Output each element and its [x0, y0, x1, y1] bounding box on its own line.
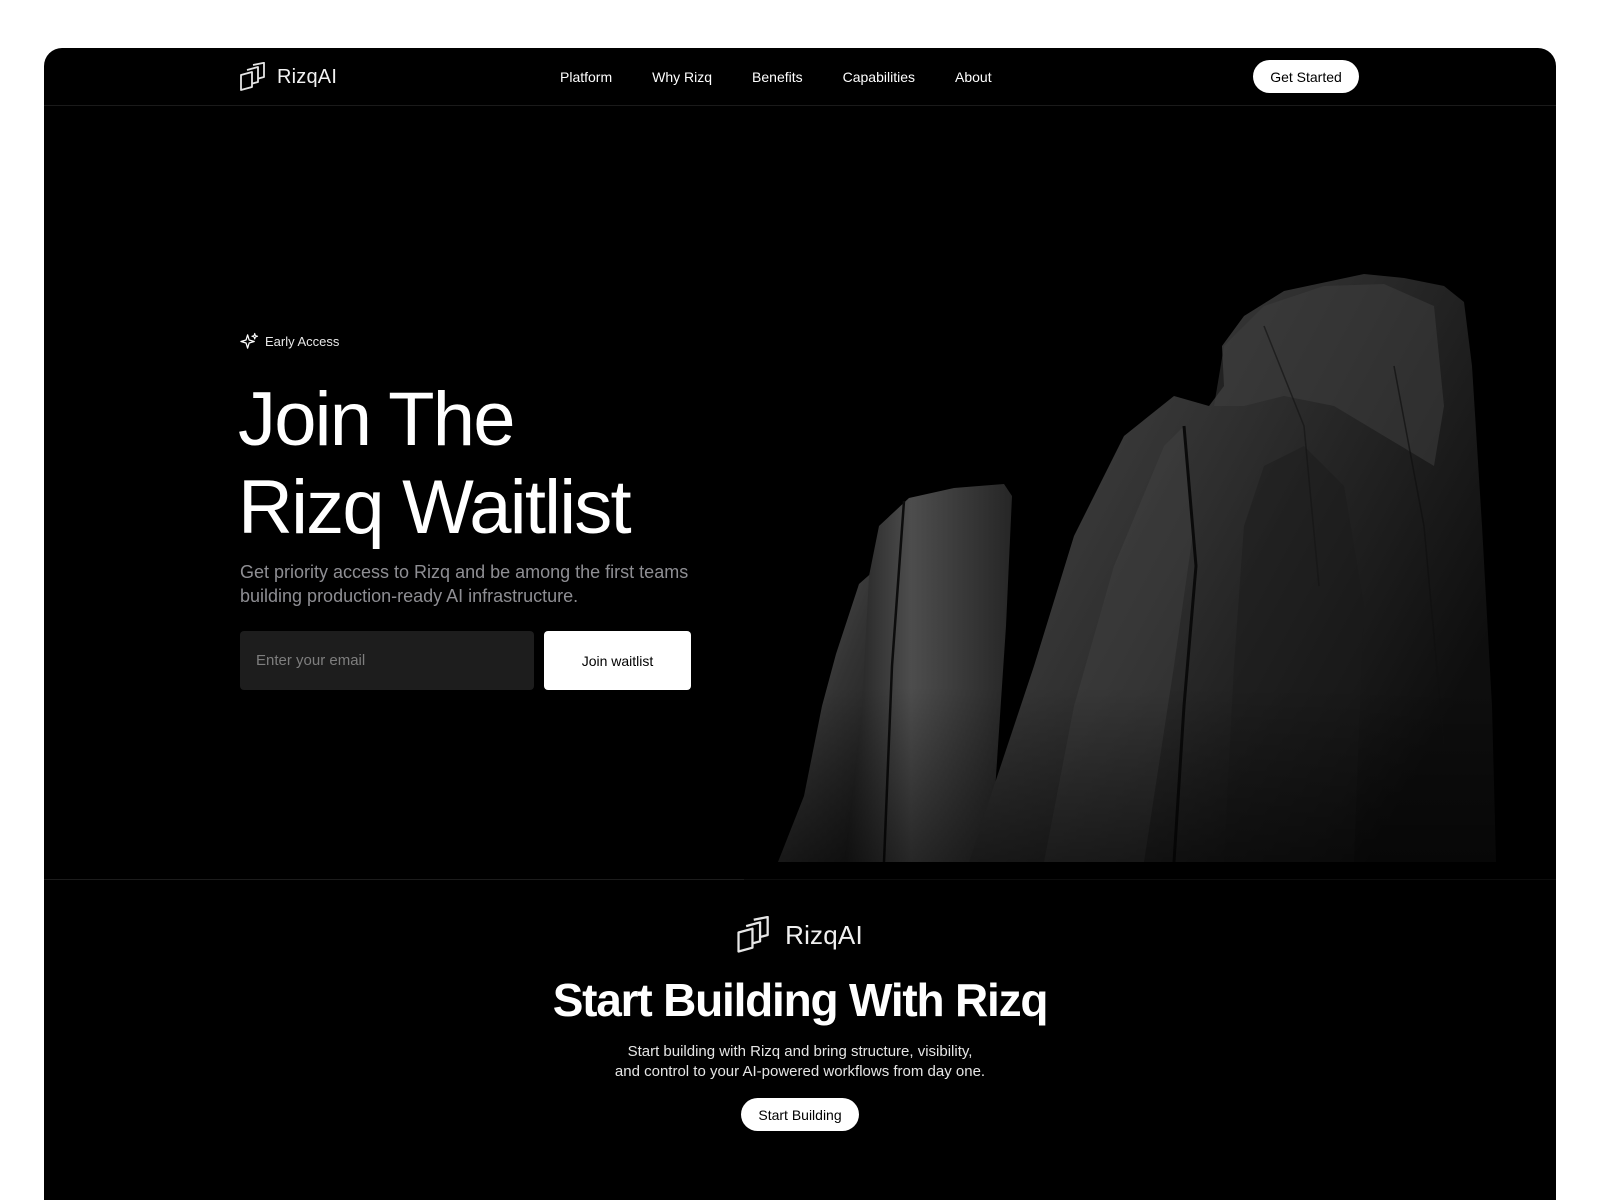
start-building-button[interactable]: Start Building: [741, 1098, 859, 1131]
nav-link-benefits[interactable]: Benefits: [752, 69, 803, 85]
stacked-squares-logo-icon: [737, 916, 769, 953]
badge-label: Early Access: [265, 334, 340, 349]
cta-brand: RizqAI: [44, 916, 1556, 954]
hero-section: Early Access Join The Rizq Waitlist Get …: [44, 106, 1556, 880]
email-input[interactable]: [240, 631, 534, 690]
brand-name: RizqAI: [277, 65, 338, 88]
hero-title-line-2: Rizq Waitlist: [238, 465, 632, 550]
hero-title-line-1: Join The: [238, 377, 516, 462]
site-frame: RizqAI Platform Why Rizq Benefits Capabi…: [44, 48, 1556, 1200]
sparkle-icon: [240, 332, 259, 349]
cta-description-line-2: and control to your AI-powered workflows…: [614, 1063, 986, 1080]
dark-rock-formation-image: [744, 106, 1556, 880]
hero-subtitle: Get priority access to Rizq and be among…: [240, 562, 689, 606]
hero-title: Join The Rizq Waitlist: [238, 376, 758, 552]
nav-links: Platform Why Rizq Benefits Capabilities …: [560, 48, 992, 106]
cta-brand-name: RizqAI: [785, 919, 863, 950]
nav-link-capabilities[interactable]: Capabilities: [843, 69, 915, 85]
stacked-squares-logo-icon: [240, 62, 265, 91]
early-access-badge: Early Access: [240, 332, 339, 351]
cta-description: Start building with Rizq and bring struc…: [44, 1042, 1556, 1082]
cta-title: Start Building With Rizq: [552, 974, 1049, 1026]
get-started-button[interactable]: Get Started: [1253, 60, 1359, 93]
nav-link-about[interactable]: About: [955, 69, 992, 85]
nav-link-why-rizq[interactable]: Why Rizq: [652, 69, 712, 85]
nav-link-platform[interactable]: Platform: [560, 69, 612, 85]
join-waitlist-button[interactable]: Join waitlist: [544, 631, 691, 690]
top-navigation: RizqAI Platform Why Rizq Benefits Capabi…: [44, 48, 1556, 106]
cta-description-line-1: Start building with Rizq and bring struc…: [627, 1043, 973, 1060]
brand-logo-link[interactable]: RizqAI: [240, 62, 337, 92]
